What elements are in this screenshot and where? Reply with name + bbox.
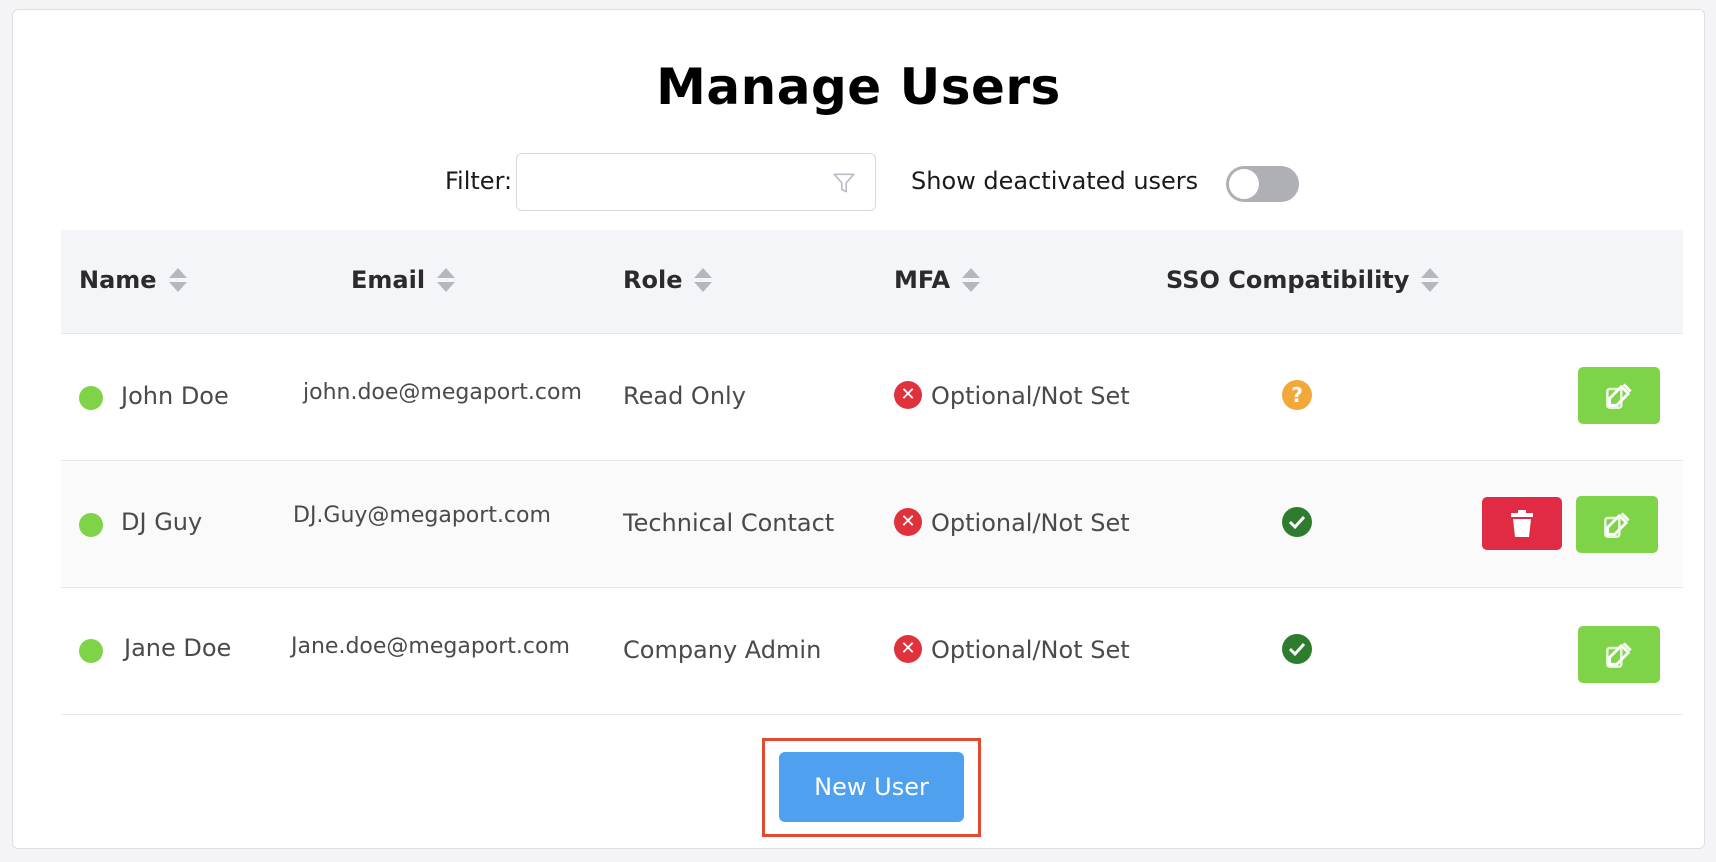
users-table: Name Email Role MFA SSO Compatibility Jo…: [61, 230, 1683, 715]
column-header-label: SSO Compatibility: [1166, 266, 1410, 294]
filter-icon[interactable]: [831, 170, 857, 196]
check-circle-icon: [1282, 634, 1312, 664]
user-mfa: Optional/Not Set: [931, 382, 1130, 410]
edit-icon: [1606, 382, 1632, 409]
edit-icon: [1604, 511, 1630, 538]
user-role: Read Only: [623, 382, 746, 410]
status-dot-icon: [79, 639, 103, 663]
column-header-role[interactable]: Role: [623, 266, 713, 294]
show-deactivated-toggle[interactable]: [1226, 166, 1299, 202]
filter-field[interactable]: [516, 153, 876, 211]
sort-icon[interactable]: [962, 268, 981, 292]
x-circle-icon: ✕: [894, 381, 922, 409]
column-header-label: MFA: [894, 266, 951, 294]
delete-user-button[interactable]: [1482, 497, 1562, 550]
x-circle-icon: ✕: [894, 635, 922, 663]
edit-user-button[interactable]: [1578, 626, 1660, 683]
status-dot-icon: [79, 513, 103, 537]
edit-user-button[interactable]: [1576, 496, 1658, 553]
user-name: Jane Doe: [124, 634, 232, 662]
column-header-label: Email: [351, 266, 426, 294]
user-mfa: Optional/Not Set: [931, 509, 1130, 537]
new-user-button[interactable]: New User: [779, 752, 964, 822]
column-header-label: Name: [79, 266, 157, 294]
user-role: Company Admin: [623, 636, 822, 664]
filter-row: Filter: Show deactivated users: [13, 153, 1704, 211]
column-header-label: Role: [623, 266, 683, 294]
trash-icon: [1511, 509, 1533, 537]
user-name: DJ Guy: [121, 508, 203, 536]
sort-icon[interactable]: [1421, 268, 1440, 292]
user-email: Jane.doe@megaport.com: [291, 634, 570, 659]
user-name: John Doe: [121, 382, 229, 410]
user-email: DJ.Guy@megaport.com: [293, 503, 551, 528]
question-circle-icon: ?: [1282, 380, 1312, 410]
manage-users-card: Manage Users Filter: Show deactivated us…: [12, 9, 1705, 849]
status-dot-icon: [79, 386, 103, 410]
check-circle-icon: [1282, 507, 1312, 537]
sort-icon[interactable]: [437, 268, 456, 292]
sort-icon[interactable]: [694, 268, 713, 292]
column-header-mfa[interactable]: MFA: [894, 266, 981, 294]
table-row: DJ Guy DJ.Guy@megaport.com Technical Con…: [61, 461, 1683, 588]
filter-input[interactable]: [529, 164, 819, 200]
sort-icon[interactable]: [168, 268, 187, 292]
page-title: Manage Users: [656, 58, 1061, 116]
column-header-name[interactable]: Name: [79, 266, 187, 294]
show-deactivated-label: Show deactivated users: [911, 167, 1199, 195]
filter-label: Filter:: [445, 167, 513, 195]
edit-icon: [1606, 641, 1632, 668]
user-email: john.doe@megaport.com: [303, 380, 582, 405]
table-row: John Doe john.doe@megaport.com Read Only…: [61, 334, 1683, 461]
user-mfa: Optional/Not Set: [931, 636, 1130, 664]
x-circle-icon: ✕: [894, 508, 922, 536]
user-role: Technical Contact: [623, 509, 835, 537]
table-header: Name Email Role MFA SSO Compatibility: [61, 230, 1683, 334]
edit-user-button[interactable]: [1578, 367, 1660, 424]
column-header-sso[interactable]: SSO Compatibility: [1166, 266, 1440, 294]
toggle-knob: [1229, 169, 1259, 199]
table-row: Jane Doe Jane.doe@megaport.com Company A…: [61, 588, 1683, 715]
column-header-email[interactable]: Email: [351, 266, 456, 294]
